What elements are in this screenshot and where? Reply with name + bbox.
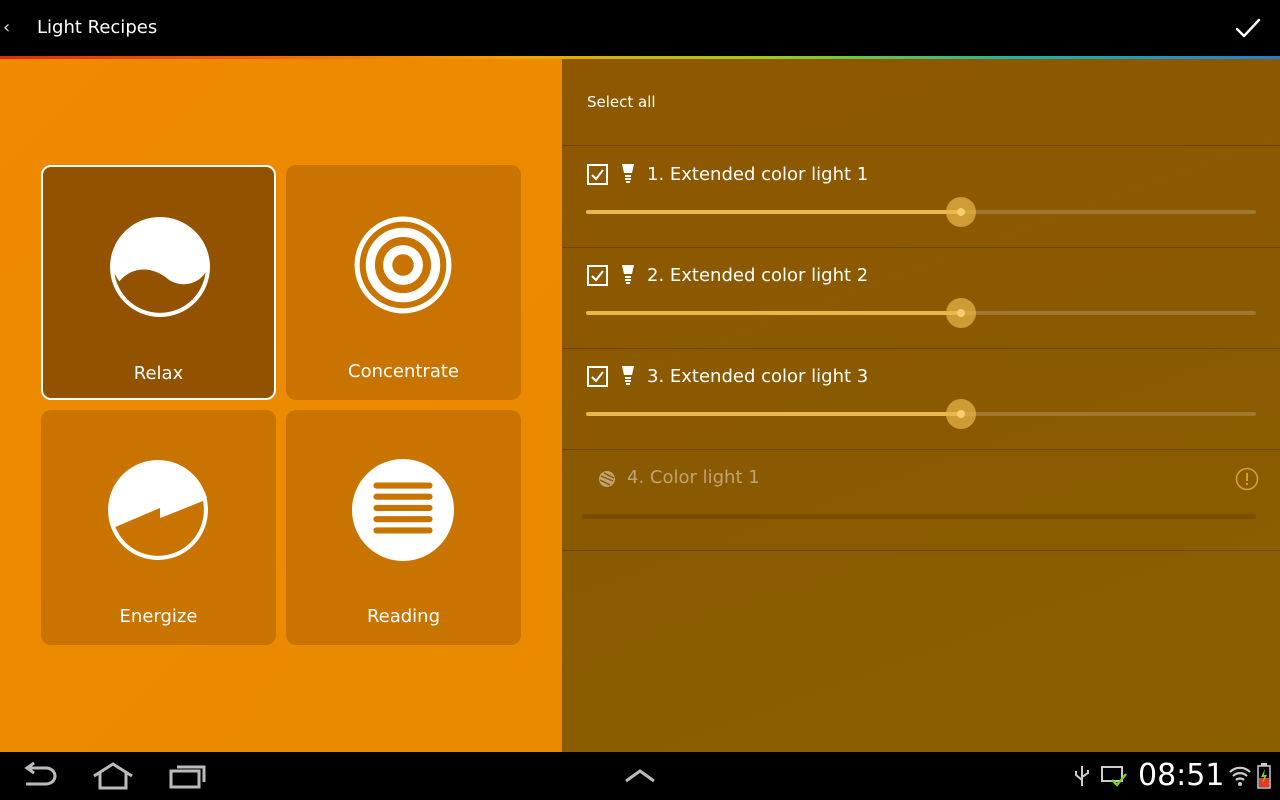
concentrate-icon xyxy=(354,216,452,314)
scene-tile-energize[interactable]: Energize xyxy=(41,410,276,645)
scene-tile-concentrate[interactable]: Concentrate xyxy=(286,165,521,400)
slider-fill xyxy=(586,210,962,214)
scene-label: Energize xyxy=(119,606,198,627)
scene-label: Reading xyxy=(366,606,441,627)
clock: 08:51 xyxy=(1138,758,1225,793)
brightness-slider[interactable] xyxy=(586,197,1256,227)
home-icon[interactable] xyxy=(92,762,134,790)
checkmark-icon xyxy=(591,371,604,383)
recent-apps-icon[interactable] xyxy=(168,762,208,790)
screen-check-icon xyxy=(1101,766,1127,787)
scene-tile-relax[interactable]: Relax xyxy=(41,165,276,400)
usb-icon xyxy=(1075,766,1089,786)
back-icon[interactable] xyxy=(20,762,58,790)
system-nav-bar: 08:51 xyxy=(0,752,1280,800)
reading-icon xyxy=(352,459,454,561)
bulb-icon xyxy=(622,265,634,284)
action-bar: ‹ Light Recipes xyxy=(0,0,1280,56)
light-name: 3. Extended color light 3 xyxy=(647,366,869,387)
slider-fill xyxy=(586,412,962,416)
light-row: 2. Extended color light 2 xyxy=(562,247,1280,348)
slider-thumb[interactable] xyxy=(946,197,977,227)
scene-panel: Relax Concentrate Energize Reading xyxy=(0,59,562,752)
done-checkmark-icon[interactable] xyxy=(1232,12,1264,44)
lights-panel: Select all 1. Extended color light 1 2. … xyxy=(562,59,1280,752)
brightness-slider[interactable] xyxy=(586,399,1256,429)
light-checkbox[interactable] xyxy=(587,265,608,286)
light-row: 3. Extended color light 3 xyxy=(562,348,1280,449)
energize-icon xyxy=(108,460,208,560)
color-light-icon xyxy=(599,471,615,487)
back-chevron-icon[interactable]: ‹ xyxy=(3,17,17,39)
checkmark-icon xyxy=(591,270,604,282)
bulb-icon xyxy=(622,164,634,183)
scene-label: Concentrate xyxy=(348,361,459,382)
light-name: 2. Extended color light 2 xyxy=(647,265,869,286)
wifi-icon xyxy=(1229,766,1251,786)
brightness-slider[interactable] xyxy=(586,298,1256,328)
select-all-button[interactable]: Select all xyxy=(587,93,656,111)
battery-icon xyxy=(1257,763,1271,789)
brightness-slider-disabled xyxy=(582,514,1256,519)
scene-tile-reading[interactable]: Reading xyxy=(286,410,521,645)
light-row-unavailable: 4. Color light 1 xyxy=(562,449,1280,550)
relax-icon xyxy=(110,217,210,317)
slider-thumb[interactable] xyxy=(946,399,977,429)
light-checkbox[interactable] xyxy=(587,164,608,185)
scene-label: Relax xyxy=(133,363,184,384)
slider-thumb[interactable] xyxy=(946,298,977,328)
divider xyxy=(562,550,1280,551)
checkmark-icon xyxy=(591,169,604,181)
warning-icon[interactable] xyxy=(1235,467,1259,491)
light-checkbox[interactable] xyxy=(587,366,608,387)
light-name: 1. Extended color light 1 xyxy=(647,164,869,185)
bulb-icon xyxy=(622,366,634,385)
slider-fill xyxy=(586,311,962,315)
page-title: Light Recipes xyxy=(37,17,158,38)
light-name: 4. Color light 1 xyxy=(627,467,760,488)
light-row: 1. Extended color light 1 xyxy=(562,146,1280,247)
chevron-up-icon[interactable] xyxy=(624,767,656,785)
